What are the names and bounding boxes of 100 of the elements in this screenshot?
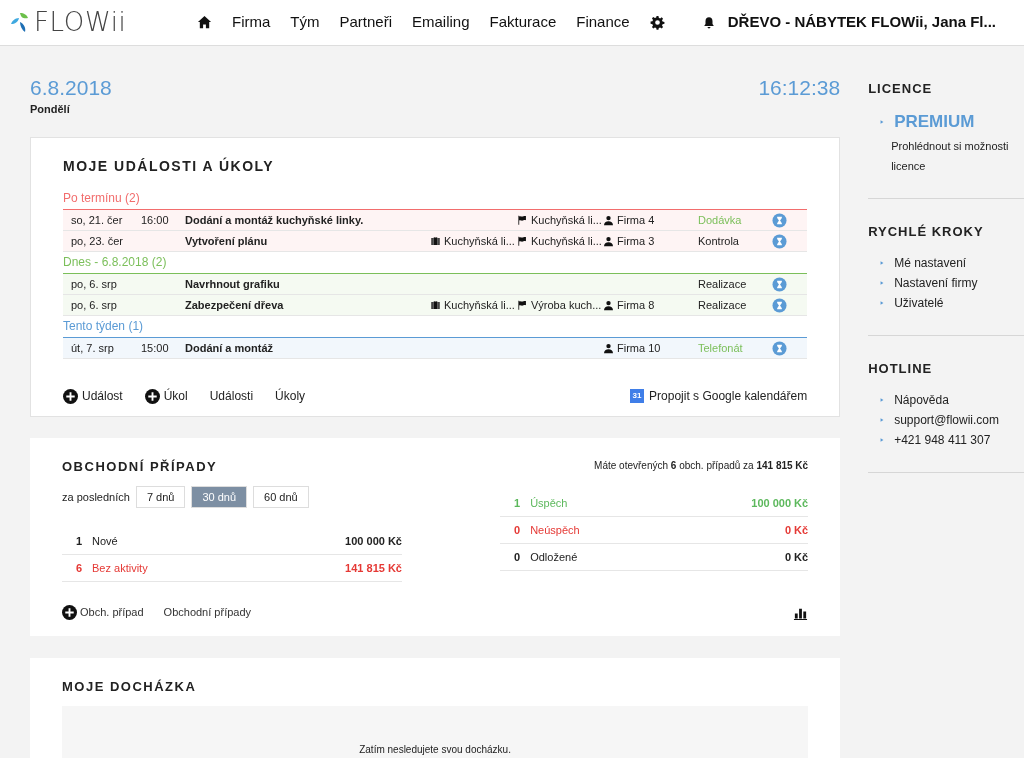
- nav-link[interactable]: Fakturace: [489, 11, 557, 34]
- settings-icon[interactable]: [649, 15, 665, 30]
- stat-label: Úspěch: [530, 495, 568, 511]
- event-title: Dodání a montáž: [185, 341, 273, 354]
- nav-link[interactable]: Tým: [290, 11, 320, 34]
- bullet-icon: [880, 280, 885, 286]
- order-name: Kuchyňská li...: [531, 233, 602, 249]
- project-name: Kuchyňská li...: [444, 233, 515, 249]
- event-title: Dodání a montáž kuchyňské linky.: [185, 213, 364, 226]
- stat-label: Nové: [92, 533, 118, 549]
- licence-note: Prohlédnout si možnosti licence: [890, 139, 1010, 174]
- hourglass-icon[interactable]: [772, 212, 787, 228]
- stat-count: 0: [513, 522, 522, 538]
- flag-icon: [517, 235, 528, 247]
- period-tab[interactable]: 7 dnů: [135, 486, 186, 508]
- sidebar-link[interactable]: support@flowii.com: [894, 410, 1000, 430]
- event-row[interactable]: po, 23. čer Vytvoření plánu Kuchyňská li... Kuchyňská li... Firma 3 Kontrola: [63, 231, 808, 252]
- period-tab[interactable]: 60 dnů: [253, 486, 309, 508]
- calendar-icon: 31: [630, 389, 645, 403]
- nav-link[interactable]: Obchodní případy: [163, 604, 252, 621]
- plus-icon: [144, 388, 160, 404]
- nav-link[interactable]: Úkoly: [275, 387, 306, 405]
- home-icon[interactable]: [197, 15, 212, 30]
- card-title: MOJE UDÁLOSTI A ÚKOLY: [63, 156, 276, 176]
- logo-icon: [10, 11, 30, 34]
- briefcase-icon: [430, 235, 441, 247]
- stat-count: 0: [513, 549, 522, 565]
- event-row[interactable]: po, 6. srp Zabezpečení dřeva Kuchyňská li... Výroba kuch... Firma 8 Realizace: [63, 295, 808, 316]
- sidebar-heading: HOTLINE: [868, 360, 934, 378]
- hourglass-icon[interactable]: [772, 340, 787, 356]
- sidebar-link[interactable]: Uživatelé: [894, 293, 944, 313]
- event-date: po, 23. čer: [71, 234, 123, 247]
- sidebar-link[interactable]: Mé nastavení: [894, 253, 967, 273]
- weekday: Pondělí: [30, 102, 71, 116]
- nav-link[interactable]: Události: [209, 387, 254, 405]
- event-time: 15:00: [141, 341, 169, 354]
- nav-link[interactable]: Emailing: [412, 11, 470, 34]
- group-heading: Tento týden (1): [63, 318, 145, 335]
- event-type: Kontrola: [698, 234, 739, 247]
- event-type: Dodávka: [698, 213, 742, 226]
- add-button[interactable]: Obch. případ: [62, 604, 144, 621]
- current-time: 16:12:38: [758, 75, 841, 101]
- project-name: Kuchyňská li...: [444, 297, 515, 313]
- event-title: Vytvoření plánu: [185, 234, 268, 247]
- briefcase-icon: [430, 299, 441, 311]
- stat-label: Bez aktivity: [92, 560, 148, 576]
- company-name: Firma 4: [617, 212, 655, 228]
- hourglass-icon[interactable]: [772, 233, 787, 249]
- deals-summary: Máte otevřených 6 obch. případů za 141 815 Kč: [594, 459, 809, 473]
- stat-label: Neúspěch: [530, 522, 580, 538]
- sidebar-link[interactable]: Nápověda: [894, 390, 949, 410]
- order-name: Kuchyňská li...: [531, 212, 602, 228]
- google-calendar-link[interactable]: 31 Propojit s Google kalendářem: [630, 387, 808, 405]
- sidebar-link[interactable]: +421 948 411 307: [894, 430, 991, 450]
- group-heading: Dnes - 6.8.2018 (2): [63, 254, 168, 271]
- stat-amount: 100 000 Kč: [751, 495, 809, 511]
- flag-icon: [517, 214, 528, 226]
- stat-amount: 0 Kč: [784, 549, 809, 565]
- person-icon: [603, 214, 614, 226]
- event-time: 16:00: [141, 213, 169, 226]
- stat-count: 1: [513, 495, 522, 511]
- hourglass-icon[interactable]: [772, 276, 787, 292]
- event-date: so, 21. čer: [71, 213, 123, 226]
- event-date: po, 6. srp: [71, 277, 117, 290]
- plus-icon: [62, 604, 77, 620]
- logo-text[interactable]: FLOWii: [34, 3, 127, 42]
- stat-count: 6: [74, 560, 83, 576]
- company-name: Firma 3: [617, 233, 655, 249]
- event-date: út, 7. srp: [71, 341, 114, 354]
- stat-amount: 0 Kč: [784, 522, 809, 538]
- account-name[interactable]: DŘEVO - NÁBYTEK FLOWii, Jana Fl...: [727, 11, 996, 34]
- event-type: Realizace: [698, 277, 747, 290]
- person-icon: [603, 299, 614, 311]
- bullet-icon: [880, 417, 885, 423]
- event-row[interactable]: út, 7. srp 15:00 Dodání a montáž Firma 10 Telefonát: [63, 338, 808, 359]
- bullet-icon: [880, 300, 885, 306]
- nav-link[interactable]: Firma: [232, 11, 271, 34]
- event-row[interactable]: po, 6. srp Navrhnout grafiku Realizace: [63, 274, 808, 295]
- stat-count: 1: [74, 533, 83, 549]
- company-name: Firma 10: [617, 340, 661, 356]
- add-button[interactable]: Úkol: [144, 387, 188, 405]
- nav-link[interactable]: Finance: [576, 11, 630, 34]
- event-type: Telefonát: [698, 341, 743, 354]
- company-name: Firma 8: [617, 297, 655, 313]
- bullet-icon: [880, 260, 885, 266]
- event-date: po, 6. srp: [71, 298, 117, 311]
- filter-label: za posledních: [62, 489, 130, 505]
- flag-icon: [517, 299, 528, 311]
- person-icon: [603, 342, 614, 354]
- bullet-icon: [880, 437, 885, 443]
- empty-message: Zatím nesledujete svou docházku.: [359, 743, 511, 757]
- add-button[interactable]: Událost: [63, 387, 123, 405]
- person-icon: [603, 235, 614, 247]
- stat-amount: 141 815 Kč: [345, 560, 402, 576]
- sidebar-link[interactable]: Nastavení firmy: [894, 273, 978, 293]
- event-title: Navrhnout grafiku: [185, 277, 280, 290]
- bullet-icon: [880, 397, 885, 403]
- event-row[interactable]: so, 21. čer 16:00 Dodání a montáž kuchyňské linky. Kuchyňská li... Firma 4 Dodávka: [63, 210, 808, 231]
- hourglass-icon[interactable]: [772, 297, 787, 313]
- nav-link[interactable]: Partneři: [339, 11, 393, 34]
